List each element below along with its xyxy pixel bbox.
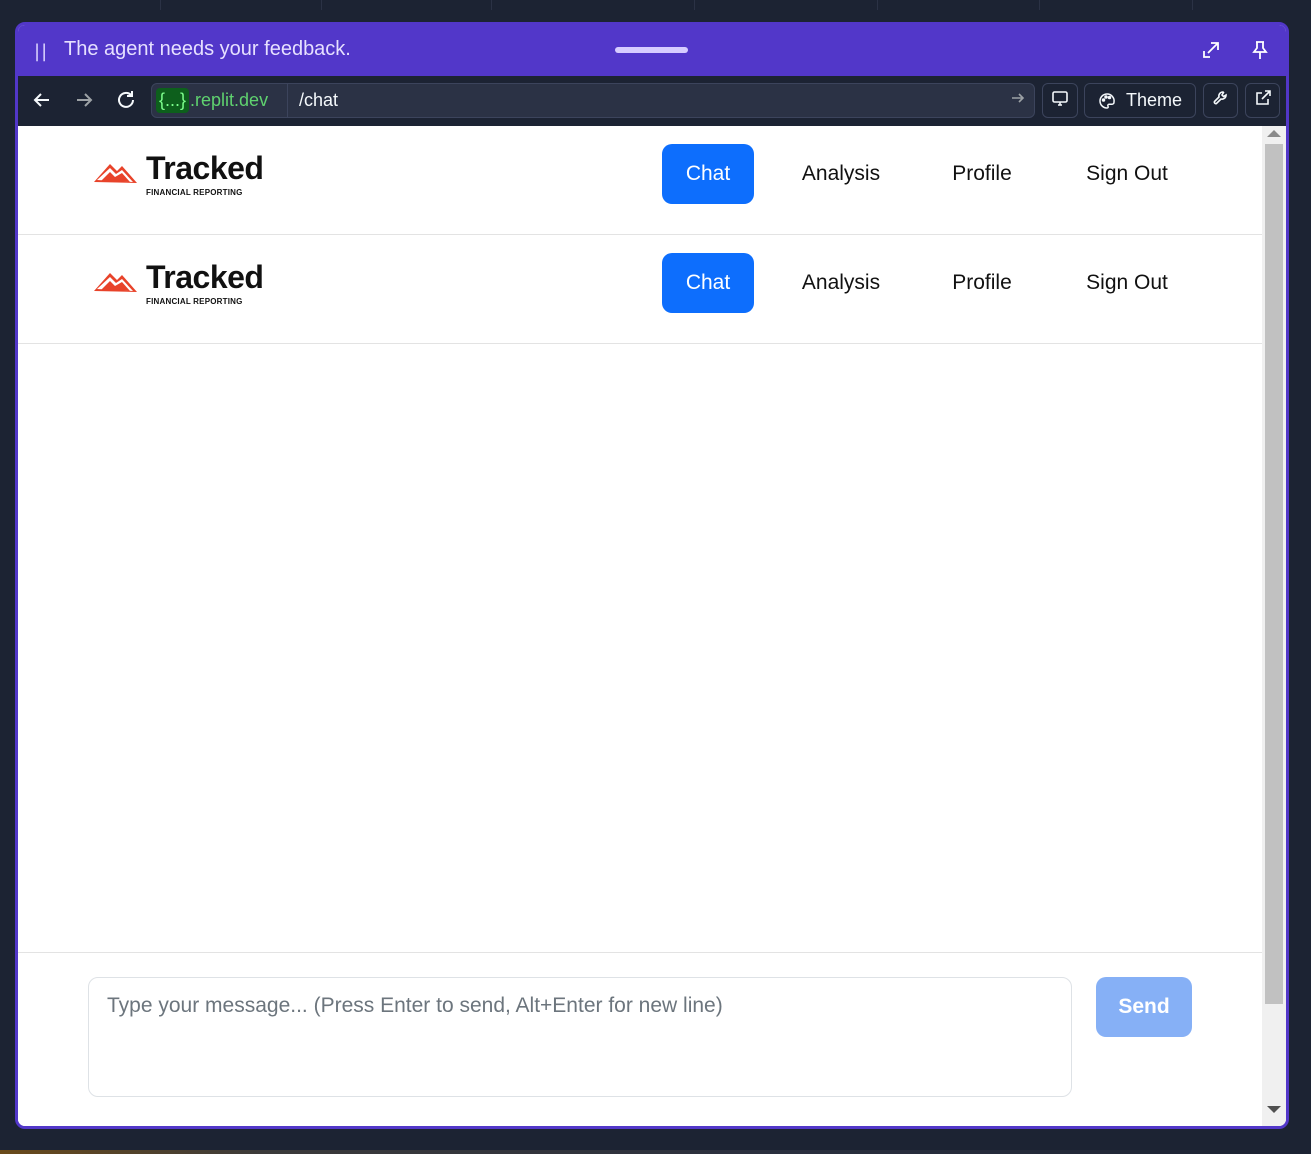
device-toggle-button[interactable] [1042, 83, 1078, 118]
pin-icon[interactable] [1247, 37, 1273, 63]
top-tab-strip [0, 0, 1311, 10]
app-navbar-duplicate: Tracked FINANCIAL REPORTING Chat Analysi… [18, 235, 1262, 344]
pause-icon[interactable]: || [34, 41, 48, 62]
drag-handle[interactable] [615, 47, 688, 53]
chat-composer: Send [18, 952, 1262, 1126]
brand-tagline: FINANCIAL REPORTING [146, 188, 243, 197]
nav-analysis[interactable]: Analysis [786, 144, 896, 204]
mountain-logo-icon [94, 273, 137, 292]
chat-messages-area [18, 345, 1262, 952]
nav-profile[interactable]: Profile [938, 253, 1026, 313]
tab-divider [1039, 0, 1192, 10]
forward-arrow-icon[interactable] [70, 86, 98, 114]
theme-label: Theme [1125, 90, 1183, 110]
brand-logo[interactable]: Tracked FINANCIAL REPORTING [93, 259, 264, 309]
tab-divider [694, 0, 877, 10]
open-external-icon [1254, 89, 1272, 112]
url-repl-chip: {...} [156, 88, 190, 113]
vertical-scrollbar[interactable] [1262, 126, 1286, 1126]
message-input[interactable] [88, 977, 1072, 1097]
wrench-icon [1212, 89, 1230, 112]
back-arrow-icon[interactable] [28, 86, 56, 114]
mountain-logo-icon [94, 164, 137, 183]
tab-divider [160, 0, 320, 10]
preview-panel: || The agent needs your feedback. {...} [15, 22, 1289, 1129]
nav-sign-out[interactable]: Sign Out [1072, 253, 1182, 313]
url-host: {...} .replit.dev [156, 87, 268, 114]
tab-divider [321, 0, 491, 10]
tab-divider [491, 0, 694, 10]
go-arrow-icon[interactable] [1010, 90, 1026, 110]
palette-icon [1098, 92, 1116, 110]
tab-divider [877, 0, 1039, 10]
bottom-edge [0, 1150, 1311, 1154]
url-separator [287, 84, 288, 117]
brand-name: Tracked [146, 259, 264, 295]
address-bar[interactable]: {...} .replit.dev /chat [151, 83, 1035, 118]
url-path[interactable]: /chat [299, 90, 338, 111]
scroll-up-arrow-icon[interactable] [1267, 130, 1281, 137]
app-viewport: Tracked FINANCIAL REPORTING Chat Analysi… [18, 126, 1262, 1126]
nav-sign-out[interactable]: Sign Out [1072, 144, 1182, 204]
brand-name: Tracked [146, 150, 264, 186]
devtools-button[interactable] [1203, 83, 1238, 118]
url-domain: .replit.dev [190, 90, 269, 110]
open-external-button[interactable] [1245, 83, 1280, 118]
nav-chat[interactable]: Chat [662, 253, 754, 313]
brand-tagline: FINANCIAL REPORTING [146, 297, 243, 306]
device-icon [1051, 89, 1069, 112]
nav-analysis[interactable]: Analysis [786, 253, 896, 313]
expand-arrow-icon[interactable] [1198, 37, 1224, 63]
scroll-down-arrow-icon[interactable] [1267, 1106, 1281, 1113]
nav-profile[interactable]: Profile [938, 144, 1026, 204]
nav-chat[interactable]: Chat [662, 144, 754, 204]
send-button[interactable]: Send [1096, 977, 1192, 1037]
theme-button[interactable]: Theme [1084, 83, 1196, 118]
browser-toolbar: {...} .replit.dev /chat Theme [18, 76, 1286, 126]
brand-logo[interactable]: Tracked FINANCIAL REPORTING [93, 150, 264, 200]
feedback-bar[interactable]: || The agent needs your feedback. [18, 25, 1286, 76]
scrollbar-thumb[interactable] [1265, 144, 1283, 1004]
tab-divider [1192, 0, 1311, 10]
reload-icon[interactable] [112, 86, 140, 114]
app-navbar: Tracked FINANCIAL REPORTING Chat Analysi… [18, 126, 1262, 235]
feedback-message: The agent needs your feedback. [64, 38, 351, 60]
